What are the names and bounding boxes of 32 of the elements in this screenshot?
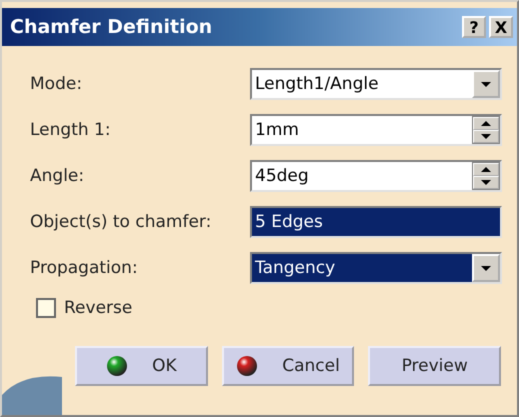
selection-field[interactable]: 5 Edges [250,206,502,238]
dropdown-button[interactable] [472,254,500,282]
up-arrow-icon [480,166,492,173]
dialog-button[interactable]: Preview [368,346,502,386]
dialog-button[interactable]: OK [75,346,208,386]
dropdown-field[interactable]: Length1/Angle [250,68,502,100]
spin-up-button[interactable] [473,163,499,176]
spin-down-button[interactable] [473,130,499,143]
spinner-field[interactable]: 1mm [250,114,502,146]
field-label: Angle: [30,166,86,186]
sphere-icon [236,355,258,377]
down-arrow-icon [480,133,492,140]
dialog-button[interactable]: Cancel [222,346,354,386]
field-label: Propagation: [30,258,139,278]
sphere-icon [106,355,128,377]
field-label: Length 1: [30,120,112,140]
field-label: Mode: [30,74,84,94]
dropdown-button[interactable] [472,70,500,98]
spin-up-button[interactable] [473,117,499,130]
dropdown-arrow-icon [480,80,492,88]
window-title: Chamfer Definition [10,16,214,38]
title-bar-button[interactable]: ? [462,16,486,38]
down-arrow-icon [480,179,492,186]
title-bar-button[interactable]: X [489,16,513,38]
checkbox[interactable] [36,298,56,318]
dropdown-field[interactable]: Tangency [250,252,502,284]
checkbox-label: Reverse [64,298,132,318]
spin-down-button[interactable] [473,176,499,189]
field-label: Object(s) to chamfer: [30,212,212,232]
spinner-field[interactable]: 45deg [250,160,502,192]
dropdown-arrow-icon [480,264,492,272]
up-arrow-icon [480,120,492,127]
